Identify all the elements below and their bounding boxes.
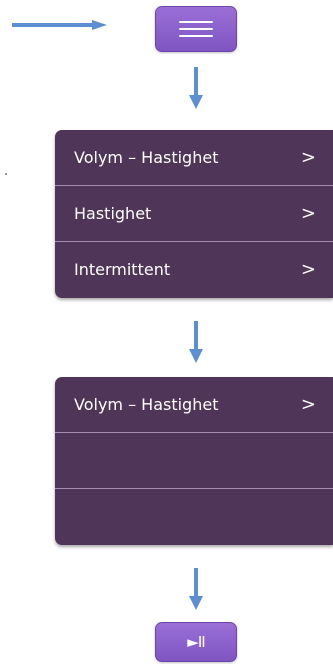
right-arrow-icon bbox=[12, 20, 107, 30]
list-icon bbox=[179, 17, 213, 41]
down-arrow-icon bbox=[189, 321, 203, 363]
menu-item-empty bbox=[55, 489, 333, 544]
speed-mode-menu: Volym – Hastighet > Hastighet > Intermit… bbox=[55, 130, 333, 298]
menu-item-label: Volym – Hastighet bbox=[74, 148, 219, 167]
down-arrow-icon bbox=[189, 67, 203, 109]
menu-item-volume-speed[interactable]: Volym – Hastighet > bbox=[55, 130, 333, 186]
stray-dot bbox=[5, 173, 7, 175]
down-arrow-icon bbox=[189, 568, 203, 610]
menu-item-intermittent[interactable]: Intermittent > bbox=[55, 242, 333, 297]
selected-mode-menu: Volym – Hastighet > bbox=[55, 377, 333, 545]
chevron-right-icon: > bbox=[300, 203, 316, 224]
menu-item-empty bbox=[55, 433, 333, 489]
chevron-right-icon: > bbox=[300, 394, 316, 415]
menu-item-volume-speed[interactable]: Volym – Hastighet > bbox=[55, 377, 333, 433]
menu-item-label: Hastighet bbox=[74, 204, 152, 223]
menu-item-label: Volym – Hastighet bbox=[74, 395, 219, 414]
chevron-right-icon: > bbox=[300, 259, 316, 280]
chevron-right-icon: > bbox=[300, 147, 316, 168]
play-pause-button[interactable]: ►II bbox=[155, 622, 237, 662]
play-pause-icon: ►II bbox=[187, 633, 205, 651]
flow-diagram: Volym – Hastighet > Hastighet > Intermit… bbox=[0, 0, 333, 664]
menu-button[interactable] bbox=[155, 6, 237, 52]
menu-item-speed[interactable]: Hastighet > bbox=[55, 186, 333, 242]
menu-item-label: Intermittent bbox=[74, 260, 171, 279]
